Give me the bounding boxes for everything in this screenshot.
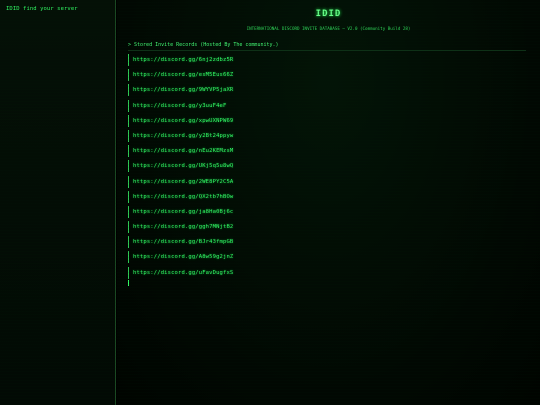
invite-row: https://discord.gg/QX2tb7hBOw	[128, 190, 388, 203]
invite-link[interactable]: https://discord.gg/nEu2KEMzsM	[133, 148, 233, 154]
sidebar-home-link[interactable]: IDID find your server	[6, 6, 78, 12]
invite-link[interactable]: https://discord.gg/y3uuF4eF	[133, 103, 226, 109]
page-subtitle: INTERNATIONAL DISCORD INVITE DATABASE — …	[246, 26, 411, 31]
invite-row: https://discord.gg/ggh7MNjtB2	[128, 221, 388, 234]
invite-row: https://discord.gg/BJr43fmpGB	[128, 236, 388, 249]
invite-row: https://discord.gg/2WE8PY2C5A	[128, 175, 388, 188]
invite-link[interactable]: https://discord.gg/BJr43fmpGB	[133, 239, 233, 245]
invite-link[interactable]: https://discord.gg/2WE8PY2C5A	[133, 179, 233, 185]
invite-link[interactable]: https://discord.gg/9WYVP5jaXR	[133, 87, 233, 93]
invite-row: https://discord.gg/UKj5q5u8wQ	[128, 160, 388, 173]
invite-link[interactable]: https://discord.gg/xpwUXNPW69	[133, 118, 233, 124]
invite-row: https://discord.gg/uFavDugfxS	[128, 266, 388, 279]
invite-link[interactable]: https://discord.gg/6nj2zdbz5R	[133, 57, 233, 63]
text-cursor	[128, 280, 129, 286]
invite-link[interactable]: https://discord.gg/ja8Ha0Bj6c	[133, 209, 233, 215]
invite-link[interactable]: https://discord.gg/UKj5q5u8wQ	[133, 163, 233, 169]
invite-row: https://discord.gg/esM5Eus66Z	[128, 69, 388, 82]
main-panel: IDID INTERNATIONAL DISCORD INVITE DATABA…	[117, 0, 540, 405]
invite-row: https://discord.gg/9WYVP5jaXR	[128, 84, 388, 97]
invite-link[interactable]: https://discord.gg/uFavDugfxS	[133, 270, 233, 276]
page-title: IDID	[315, 9, 342, 19]
invite-link[interactable]: https://discord.gg/ggh7MNjtB2	[133, 224, 233, 230]
invite-link[interactable]: https://discord.gg/esM5Eus66Z	[133, 72, 233, 78]
invite-row: https://discord.gg/nEu2KEMzsM	[128, 145, 388, 158]
invite-row: https://discord.gg/A8w59g2jnZ	[128, 251, 388, 264]
invite-link[interactable]: https://discord.gg/A8w59g2jnZ	[133, 254, 233, 260]
section-header: > Stored Invite Records (Hosted By The c…	[128, 42, 526, 51]
invite-link[interactable]: https://discord.gg/y2Bt24ppyw	[133, 133, 233, 139]
invite-row: https://discord.gg/xpwUXNPW69	[128, 114, 388, 127]
invite-row: https://discord.gg/6nj2zdbz5R	[128, 54, 388, 66]
invite-list: https://discord.gg/6nj2zdbz5R https://di…	[128, 54, 388, 282]
invite-row: https://discord.gg/y3uuF4eF	[128, 99, 388, 112]
sidebar: IDID find your server	[0, 0, 116, 405]
invite-row: https://discord.gg/y2Bt24ppyw	[128, 129, 388, 142]
invite-link[interactable]: https://discord.gg/QX2tb7hBOw	[133, 194, 233, 200]
invite-row: https://discord.gg/ja8Ha0Bj6c	[128, 205, 388, 218]
